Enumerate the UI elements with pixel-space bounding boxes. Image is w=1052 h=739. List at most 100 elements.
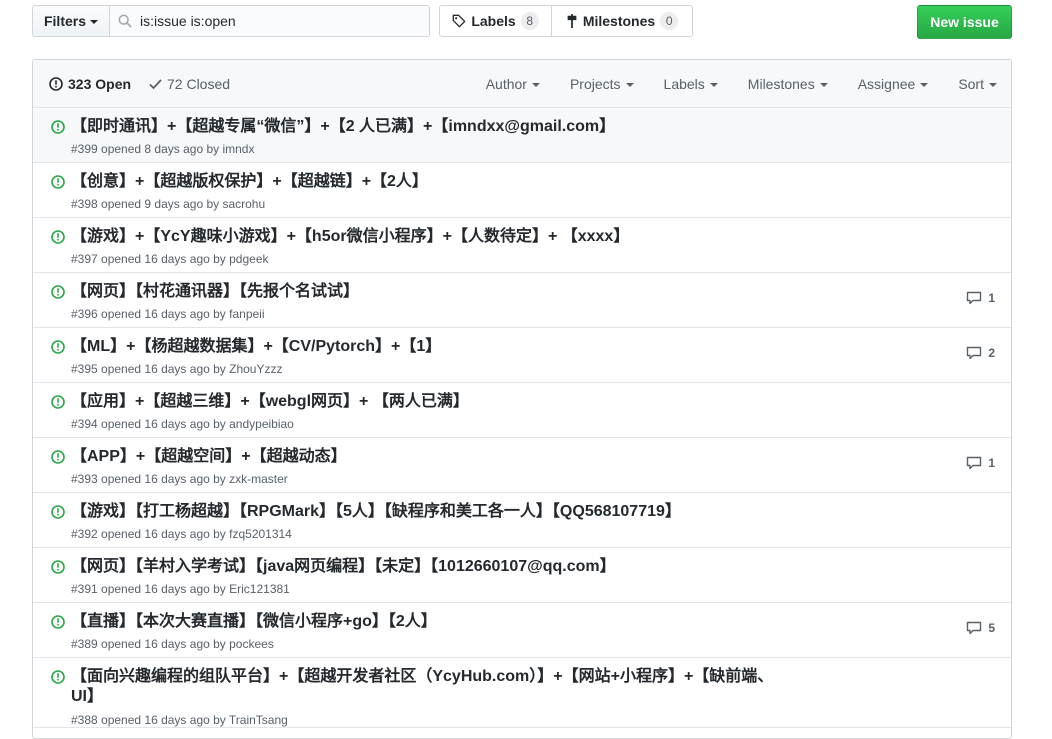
- issue-opened-icon: [51, 285, 65, 304]
- projects-menu[interactable]: Projects: [570, 76, 634, 92]
- sort-menu[interactable]: Sort: [958, 76, 997, 92]
- issue-meta: #398 opened 9 days ago by sacrohu: [71, 197, 266, 211]
- issue-meta: #393 opened 16 days ago by zxk-master: [71, 472, 288, 486]
- author-menu[interactable]: Author: [486, 76, 540, 92]
- issue-title-link[interactable]: 【游戏】【打工杨超越】【RPGMark】【5人】【缺程序和美工各一人】【QQ56…: [71, 502, 681, 522]
- closed-issues-tab[interactable]: 72 Closed: [149, 76, 230, 92]
- issue-opened-icon: [51, 395, 65, 414]
- assignee-menu[interactable]: Assignee: [858, 76, 929, 92]
- issue-opened-icon: [51, 450, 65, 469]
- issue-row[interactable]: 【直播】【本次大赛直播】【微信小程序+go】【2人】 #389 opened 16…: [33, 603, 1011, 658]
- issue-title-link[interactable]: 【ML】+【杨超越数据集】+【CV/Pytorch】+【1】: [71, 337, 441, 357]
- author-menu-label: Author: [485, 76, 527, 92]
- issue-opened-icon: [49, 76, 63, 91]
- issue-meta: #395 opened 16 days ago by ZhouYzzz: [71, 362, 283, 376]
- issue-title-link[interactable]: 【即时通讯】+【超越专属“微信”】+【2 人已满】+【imndxx@gmail.…: [71, 117, 615, 137]
- projects-menu-label: Projects: [569, 76, 621, 92]
- issue-row[interactable]: 【网页】【村花通讯器】【先报个名试试】 #396 opened 16 days a…: [33, 273, 1011, 328]
- issues-list-box: 323 Open 72 Closed Author Projects Label…: [32, 59, 1012, 739]
- comment-count: 2: [988, 346, 995, 360]
- issue-title-link[interactable]: 【直播】【本次大赛直播】【微信小程序+go】【2人】: [71, 612, 437, 632]
- issue-row[interactable]: 【网页】【羊村入学考试】【java网页编程】【未定】【1012660107@qq…: [33, 548, 1011, 603]
- assignee-menu-label: Assignee: [857, 76, 916, 92]
- issue-title-link[interactable]: 【网页】【羊村入学考试】【java网页编程】【未定】【1012660107@qq…: [71, 557, 616, 577]
- chevron-down-icon: [625, 83, 634, 87]
- issue-meta: #399 opened 8 days ago by imndx: [71, 142, 255, 156]
- issue-opened-icon: [51, 120, 65, 139]
- issue-row[interactable]: 【游戏】+【YcY趣味小游戏】+【h5or微信小程序】+【人数待定】+ 【xxx…: [33, 218, 1011, 273]
- labels-count: 8: [520, 12, 539, 30]
- chevron-down-icon: [819, 83, 828, 87]
- issue-title-link[interactable]: 【应用】+【超越三维】+【webgl网页】+ 【两人已满】: [71, 392, 469, 412]
- issue-title-link[interactable]: 【APP】+【超越空间】+【超越动态】: [71, 447, 347, 467]
- milestones-menu[interactable]: Milestones: [748, 76, 828, 92]
- search-icon: [118, 14, 132, 28]
- issue-title-link[interactable]: 【游戏】+【YcY趣味小游戏】+【h5or微信小程序】+【人数待定】+ 【xxx…: [71, 227, 629, 247]
- issue-meta: #397 opened 16 days ago by pdgeek: [71, 252, 269, 266]
- closed-count-label: 72 Closed: [167, 75, 231, 92]
- search-box: [110, 5, 430, 37]
- comment-icon: [966, 456, 982, 470]
- milestones-count: 0: [660, 12, 679, 30]
- issue-opened-icon: [51, 230, 65, 249]
- chevron-down-icon: [920, 83, 929, 87]
- issue-opened-icon: [51, 505, 65, 524]
- open-count-label: 323 Open: [68, 75, 132, 92]
- labels-nav-label: Labels: [471, 13, 516, 29]
- comment-icon: [966, 291, 982, 305]
- tag-icon: [452, 14, 466, 28]
- issue-row[interactable]: 【ML】+【杨超越数据集】+【CV/Pytorch】+【1】 #395 opene…: [33, 328, 1011, 383]
- comment-icon: [966, 621, 982, 635]
- issues-toolbar: Filters Labels 8 Milestones 0 New issue: [32, 5, 1012, 39]
- issue-meta: #389 opened 16 days ago by pockees: [71, 637, 274, 651]
- issue-row[interactable]: 【APP】+【超越空间】+【超越动态】 #393 opened 16 days a…: [33, 438, 1011, 493]
- issue-title-link[interactable]: 【面向兴趣编程的组队平台】+【超越开发者社区（YcyHub.com）】+【网站+…: [71, 667, 791, 707]
- issue-meta: #396 opened 16 days ago by fanpeii: [71, 307, 265, 321]
- labels-menu-label: Labels: [663, 76, 705, 92]
- comment-icon: [966, 346, 982, 360]
- milestones-nav-label: Milestones: [582, 13, 656, 29]
- issue-title-link[interactable]: 【创意】+【超越版权保护】+【超越链】+【2人】: [71, 172, 428, 192]
- labels-nav-link[interactable]: Labels 8: [439, 5, 552, 37]
- chevron-down-icon: [90, 20, 98, 24]
- issue-row[interactable]: 【游戏】【打工杨超越】【RPGMark】【5人】【缺程序和美工各一人】【QQ56…: [33, 493, 1011, 548]
- issue-opened-icon: [51, 670, 65, 689]
- milestone-icon: [567, 14, 577, 28]
- issue-opened-icon: [51, 175, 65, 194]
- issue-meta: #391 opened 16 days ago by Eric121381: [71, 582, 290, 596]
- search-input[interactable]: [132, 6, 422, 36]
- issue-row[interactable]: 【即时通讯】+【超越专属“微信”】+【2 人已满】+【imndxx@gmail.…: [33, 108, 1011, 163]
- issue-row[interactable]: 【面向兴趣编程的组队平台】+【超越开发者社区（YcyHub.com）】+【网站+…: [33, 658, 1011, 728]
- milestones-menu-label: Milestones: [747, 76, 815, 92]
- comments-link[interactable]: 2: [966, 346, 995, 360]
- issue-opened-icon: [51, 615, 65, 634]
- labels-milestones-nav: Labels 8 Milestones 0: [439, 5, 693, 37]
- issue-opened-icon: [51, 340, 65, 359]
- chevron-down-icon: [989, 83, 997, 87]
- comment-count: 5: [988, 621, 995, 635]
- new-issue-button[interactable]: New issue: [917, 5, 1012, 39]
- issue-meta: #392 opened 16 days ago by fzq5201314: [71, 527, 292, 541]
- filters-button[interactable]: Filters: [32, 5, 110, 37]
- issue-meta: #388 opened 16 days ago by TrainTsang: [71, 713, 288, 727]
- sort-menu-label: Sort: [958, 76, 984, 92]
- comments-link[interactable]: 1: [966, 456, 995, 470]
- comment-count: 1: [988, 291, 995, 305]
- filters-label: Filters: [43, 13, 86, 29]
- milestones-nav-link[interactable]: Milestones 0: [552, 5, 693, 37]
- open-issues-tab[interactable]: 323 Open: [49, 76, 131, 92]
- issue-meta: #394 opened 16 days ago by andypeibiao: [71, 417, 294, 431]
- filter-menus: Author Projects Labels Milestones Assign…: [456, 60, 997, 108]
- labels-menu[interactable]: Labels: [664, 76, 718, 92]
- comments-link[interactable]: 5: [966, 621, 995, 635]
- comment-count: 1: [988, 456, 995, 470]
- issue-row[interactable]: 【创意】+【超越版权保护】+【超越链】+【2人】 #398 opened 9 da…: [33, 163, 1011, 218]
- issue-title-link[interactable]: 【网页】【村花通讯器】【先报个名试试】: [71, 282, 359, 302]
- check-icon: [149, 78, 162, 89]
- chevron-down-icon: [531, 83, 540, 87]
- chevron-down-icon: [709, 83, 718, 87]
- issues-list-header: 323 Open 72 Closed Author Projects Label…: [33, 60, 1011, 108]
- issue-row[interactable]: 【应用】+【超越三维】+【webgl网页】+ 【两人已满】 #394 opened…: [33, 383, 1011, 438]
- issue-opened-icon: [51, 560, 65, 579]
- comments-link[interactable]: 1: [966, 291, 995, 305]
